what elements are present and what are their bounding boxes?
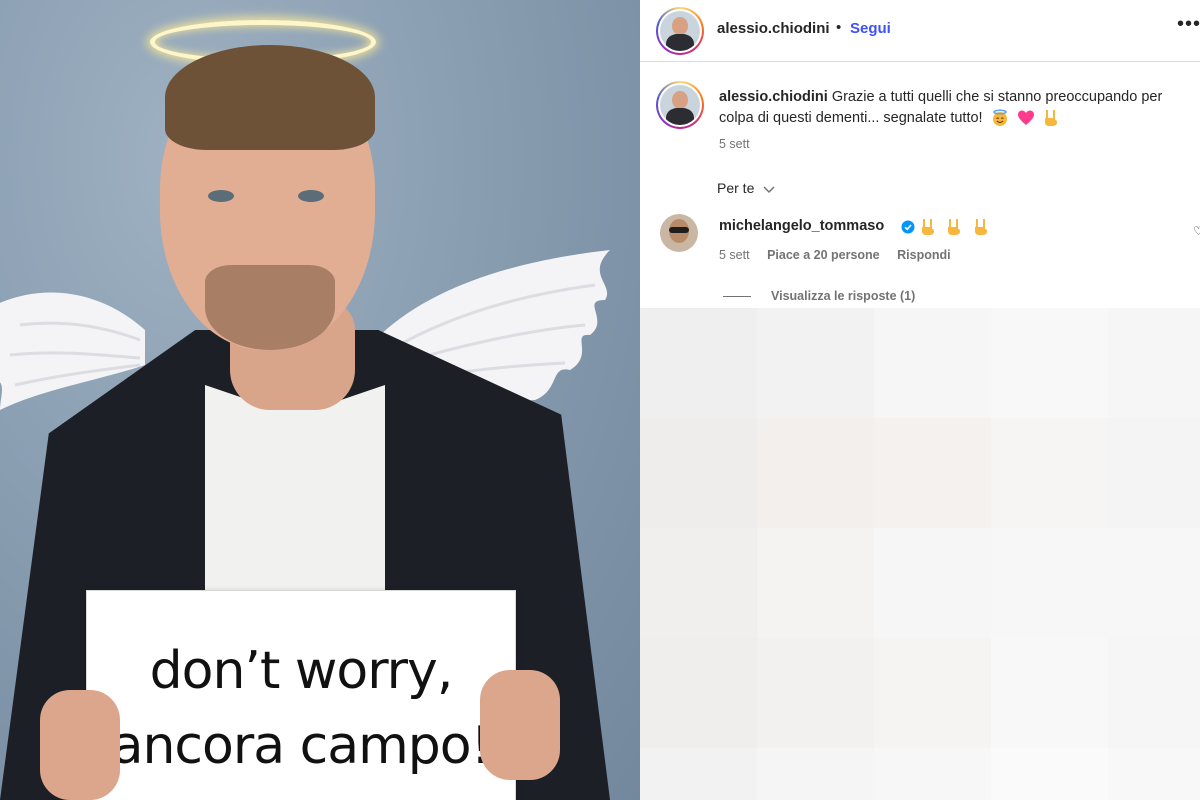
pixel-block	[874, 418, 991, 528]
pixel-block	[640, 638, 757, 748]
sign-text-line-2: ancora campo!	[111, 716, 492, 776]
caption-username[interactable]: alessio.chiodini	[719, 89, 828, 105]
comments-sort-dropdown[interactable]: Per te	[717, 180, 776, 196]
pixel-block	[874, 528, 991, 638]
chevron-down-icon	[763, 186, 775, 194]
pixel-block	[1108, 418, 1200, 528]
pixel-block	[991, 308, 1108, 418]
follow-button[interactable]: Segui	[850, 20, 891, 37]
pixel-block	[757, 308, 874, 418]
sign-of-the-horns-icon	[974, 219, 987, 235]
pixel-block	[757, 748, 874, 800]
author-avatar[interactable]	[656, 7, 704, 55]
more-horizontal-icon[interactable]: •••	[1177, 13, 1200, 36]
sign-of-the-horns-icon	[1044, 110, 1057, 127]
sign-of-the-horns-icon	[948, 219, 961, 235]
reply-button[interactable]: Rispondi	[897, 248, 950, 262]
pixel-block	[757, 638, 874, 748]
beard	[205, 265, 335, 350]
pixel-block	[874, 638, 991, 748]
comment-timestamp[interactable]: 5 sett	[719, 248, 750, 262]
pixel-block	[640, 308, 757, 418]
view-replies-button[interactable]: Visualizza le risposte (1)	[771, 289, 915, 303]
comment-like-heart-icon[interactable]: ♡	[1193, 224, 1200, 238]
sign-text-line-1: don’t worry,	[149, 641, 454, 701]
smiling-face-with-halo-icon	[992, 109, 1007, 127]
replies-divider	[723, 296, 751, 297]
comment-meta: 5 sett Piace a 20 persone Rispondi	[719, 248, 965, 262]
pixel-block	[1108, 528, 1200, 638]
pixel-block	[1108, 748, 1200, 800]
post-details-panel: alessio.chiodini • Segui ••• alessio.chi…	[640, 0, 1200, 800]
post-header: alessio.chiodini • Segui •••	[640, 0, 1200, 62]
comment-text	[920, 218, 989, 241]
pixel-block	[640, 418, 757, 528]
separator-dot: •	[836, 19, 842, 36]
author-username[interactable]: alessio.chiodini	[717, 20, 830, 37]
pixelated-comments-area	[640, 308, 1200, 800]
hair	[165, 45, 375, 150]
right-eye	[298, 190, 324, 202]
verified-badge-icon	[901, 220, 915, 234]
pixel-block	[991, 638, 1108, 748]
left-hand	[40, 690, 120, 800]
held-sign: don’t worry, ancora campo!	[86, 590, 516, 800]
pixel-block	[991, 528, 1108, 638]
pixel-block	[640, 748, 757, 800]
white-shirt	[205, 385, 385, 615]
comments-sort-label: Per te	[717, 180, 755, 196]
pixel-block	[1108, 638, 1200, 748]
pixel-block	[991, 748, 1108, 800]
pixel-block	[757, 418, 874, 528]
pink-heart-icon	[1017, 110, 1034, 126]
post-caption: alessio.chiodini Grazie a tutti quelli c…	[719, 87, 1189, 129]
pixel-block	[874, 748, 991, 800]
pixel-block	[757, 528, 874, 638]
caption-timestamp[interactable]: 5 sett	[719, 137, 750, 151]
right-hand	[480, 670, 560, 780]
pixel-block	[1108, 308, 1200, 418]
sign-of-the-horns-icon	[922, 219, 934, 235]
left-eye	[208, 190, 234, 202]
commenter-username[interactable]: michelangelo_tommaso	[719, 218, 884, 234]
pixel-block	[640, 528, 757, 638]
post-image[interactable]: don’t worry, ancora campo!	[0, 0, 640, 800]
caption-author-avatar[interactable]	[656, 81, 704, 129]
commenter-avatar[interactable]	[660, 214, 698, 252]
pixel-block	[991, 418, 1108, 528]
comment-likes-count[interactable]: Piace a 20 persone	[767, 248, 880, 262]
pixel-block	[874, 308, 991, 418]
